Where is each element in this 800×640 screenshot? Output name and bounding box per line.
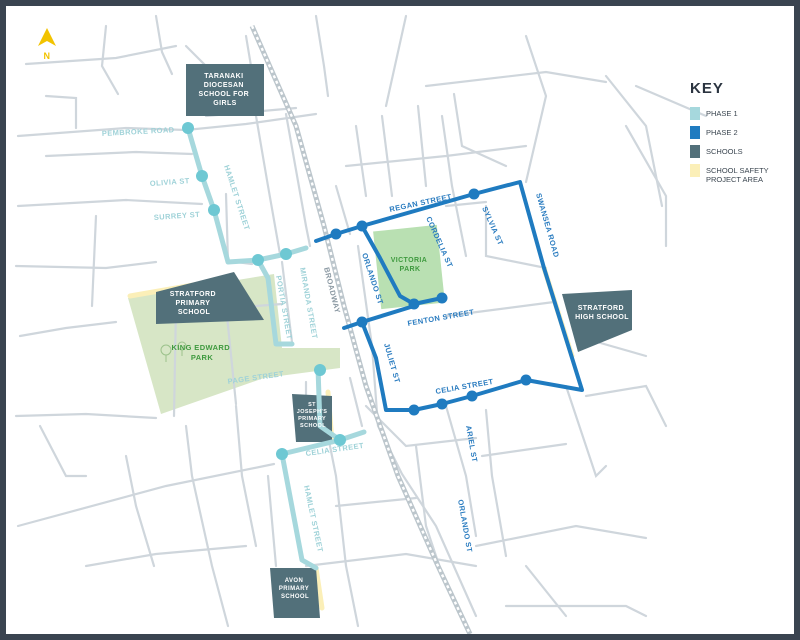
- north-arrow-icon: N: [38, 28, 56, 61]
- key-label: SCHOOL SAFETY PROJECT AREA: [706, 166, 769, 184]
- town-map: TARANAKI DIOCESAN SCHOOL FOR GIRLS STRAT…: [14, 14, 708, 634]
- stratford-high-school: [562, 290, 632, 352]
- map-key: KEY PHASE 1 PHASE 2 SCHOOLS SCHOOL SAFET…: [690, 80, 790, 190]
- street-label-juliet: JULIET ST: [382, 342, 402, 384]
- street-label-miranda: MIRANDA STREET: [298, 267, 319, 340]
- key-title: KEY: [690, 80, 724, 97]
- taranaki-school: [186, 64, 264, 116]
- schools-swatch: [690, 145, 700, 158]
- street-label-surrey: SURREY ST: [154, 210, 201, 222]
- street-label-fenton: FENTON STREET: [407, 307, 475, 328]
- phase-1-swatch: [690, 107, 700, 120]
- key-item-phase-2: PHASE 2: [690, 126, 790, 139]
- avon-school: [270, 568, 320, 618]
- street-label-olivia: OLIVIA ST: [150, 176, 191, 188]
- safety-area-swatch: [690, 164, 700, 177]
- street-label-sylvia: SYLVIA ST: [480, 205, 505, 247]
- key-label: PHASE 1: [706, 109, 738, 118]
- street-label-pembroke: PEMBROKE ROAD: [102, 125, 175, 138]
- street-label-ariel: ARIEL ST: [464, 425, 479, 463]
- key-item-safety-area: SCHOOL SAFETY PROJECT AREA: [690, 164, 790, 184]
- north-arrow: N: [36, 28, 58, 62]
- key-item-schools: SCHOOLS: [690, 145, 790, 158]
- phase-2-swatch: [690, 126, 700, 139]
- key-label: PHASE 2: [706, 128, 738, 137]
- street-label-hamlet-south: HAMLET STREET: [302, 485, 325, 554]
- map-frame: TARANAKI DIOCESAN SCHOOL FOR GIRLS STRAT…: [6, 6, 794, 634]
- key-label: SCHOOLS: [706, 147, 743, 156]
- key-item-phase-1: PHASE 1: [690, 107, 790, 120]
- north-label: N: [44, 51, 51, 61]
